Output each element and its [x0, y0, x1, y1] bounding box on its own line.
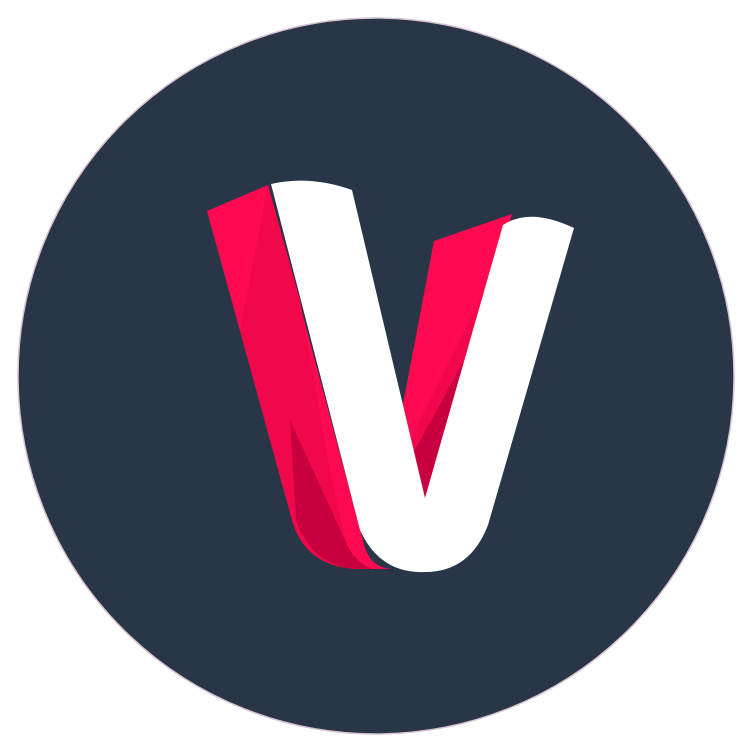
v-logo-icon — [17, 17, 735, 735]
logo-container — [0, 0, 753, 753]
